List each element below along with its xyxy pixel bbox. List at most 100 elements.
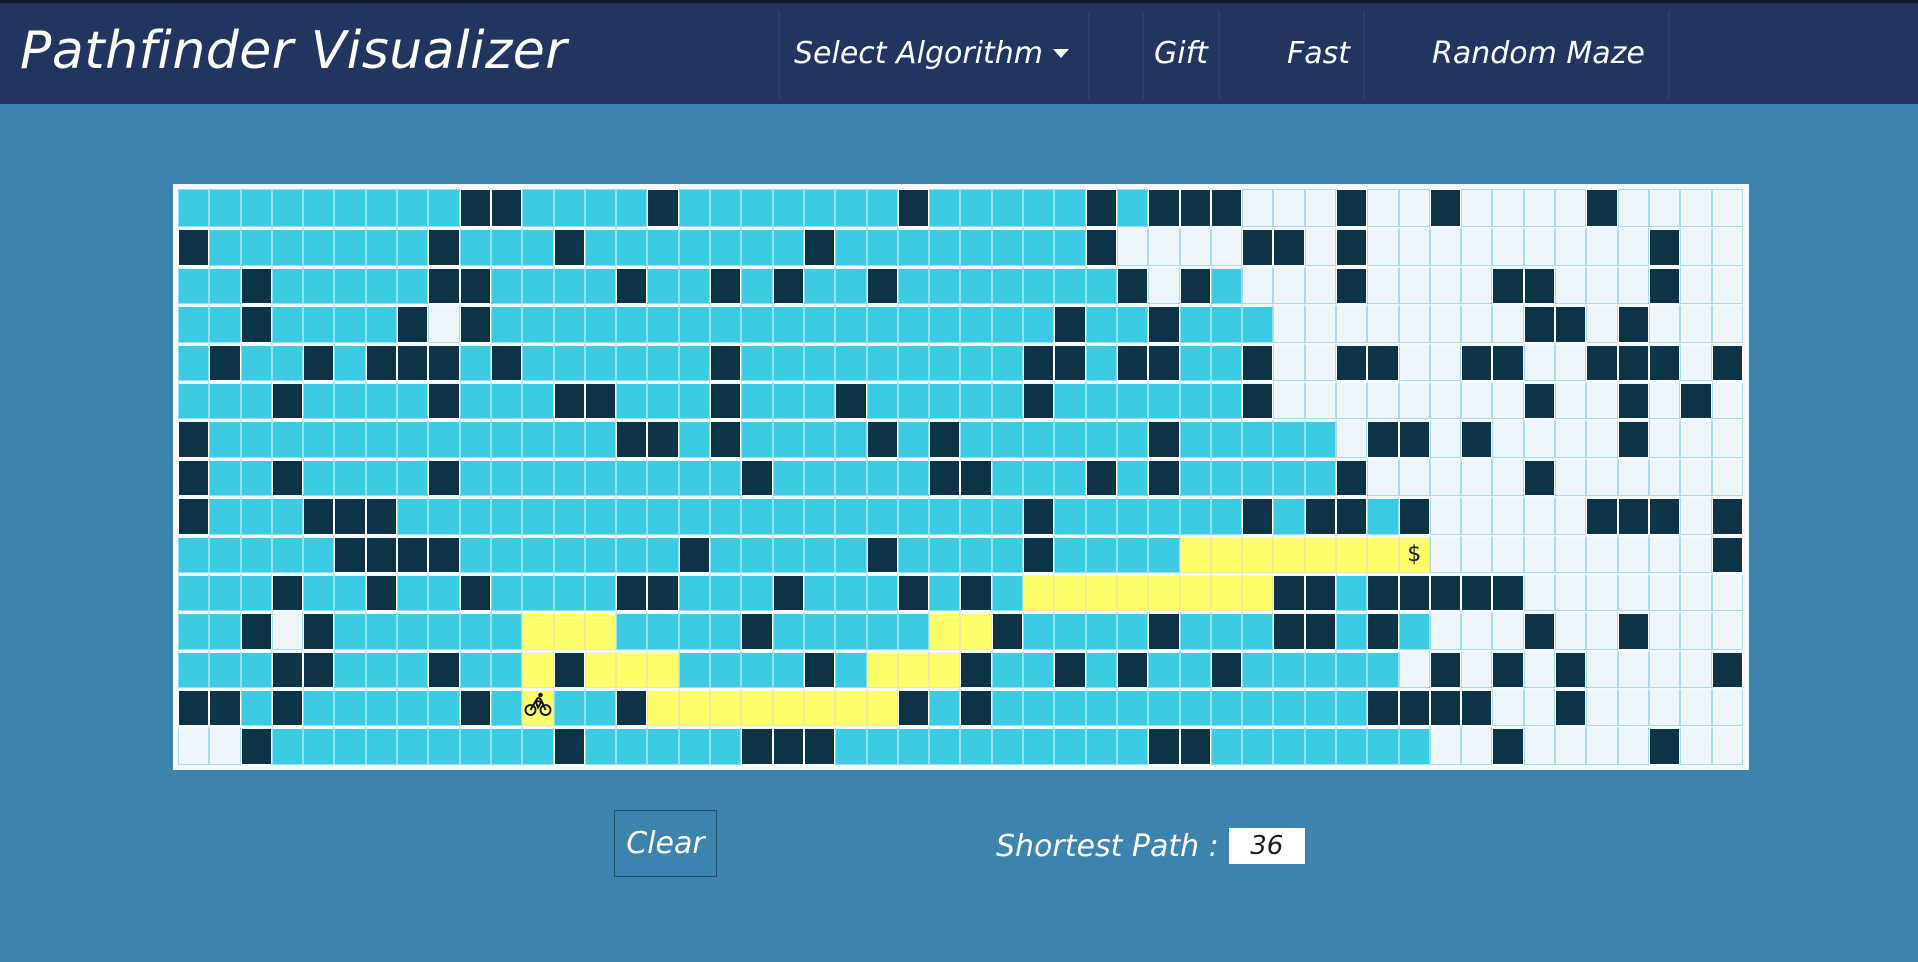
unvisited-cell[interactable]: [1586, 304, 1618, 343]
visited-cell[interactable]: [991, 380, 1024, 420]
wall-cell[interactable]: [1179, 726, 1211, 765]
visited-cell[interactable]: [584, 189, 617, 228]
unvisited-cell[interactable]: [1242, 265, 1274, 305]
visited-cell[interactable]: [1398, 611, 1430, 650]
wall-cell[interactable]: [1461, 572, 1493, 612]
unvisited-cell[interactable]: [1680, 534, 1712, 573]
wall-cell[interactable]: [866, 265, 898, 305]
visited-cell[interactable]: [1054, 688, 1086, 727]
visited-cell[interactable]: [584, 227, 617, 266]
wall-cell[interactable]: [1429, 649, 1462, 689]
wall-cell[interactable]: [772, 265, 804, 305]
path-cell[interactable]: [835, 688, 867, 727]
visited-cell[interactable]: [584, 304, 617, 343]
visited-cell[interactable]: [1273, 726, 1305, 765]
visited-cell[interactable]: [271, 189, 304, 228]
visited-cell[interactable]: [397, 496, 429, 535]
visited-cell[interactable]: [772, 534, 804, 573]
wall-cell[interactable]: [616, 419, 648, 458]
wall-cell[interactable]: [240, 265, 272, 305]
visited-cell[interactable]: [459, 457, 491, 497]
wall-cell[interactable]: [1492, 342, 1524, 381]
wall-cell[interactable]: [1523, 611, 1556, 650]
wall-cell[interactable]: [803, 227, 836, 266]
unvisited-cell[interactable]: [1304, 380, 1336, 420]
visited-cell[interactable]: [1116, 534, 1149, 573]
visited-cell[interactable]: [428, 496, 460, 535]
visited-cell[interactable]: [240, 572, 272, 612]
visited-cell[interactable]: [397, 227, 429, 266]
visited-cell[interactable]: [365, 227, 398, 266]
visited-cell[interactable]: [803, 342, 836, 381]
visited-cell[interactable]: [710, 304, 742, 343]
visited-cell[interactable]: [1085, 534, 1117, 573]
wall-cell[interactable]: [741, 457, 773, 497]
visited-cell[interactable]: [1179, 649, 1211, 689]
visited-cell[interactable]: [835, 496, 867, 535]
unvisited-cell[interactable]: [1648, 189, 1681, 228]
wall-cell[interactable]: [1116, 649, 1149, 689]
wall-cell[interactable]: [1711, 342, 1743, 381]
visited-cell[interactable]: [710, 726, 742, 765]
visited-cell[interactable]: [428, 189, 460, 228]
path-cell[interactable]: [803, 688, 836, 727]
wall-cell[interactable]: [1555, 649, 1587, 689]
wall-cell[interactable]: [1586, 342, 1618, 381]
visited-cell[interactable]: [397, 688, 429, 727]
visited-cell[interactable]: [271, 265, 304, 305]
visited-cell[interactable]: [553, 688, 585, 727]
unvisited-cell[interactable]: [1711, 572, 1743, 612]
unvisited-cell[interactable]: [1179, 227, 1211, 266]
visited-cell[interactable]: [772, 227, 804, 266]
visited-cell[interactable]: [365, 265, 398, 305]
unvisited-cell[interactable]: [1523, 688, 1556, 727]
path-cell[interactable]: [1210, 534, 1243, 573]
wall-cell[interactable]: [897, 572, 930, 612]
unvisited-cell[interactable]: [1492, 496, 1524, 535]
clear-button[interactable]: Clear: [614, 810, 717, 877]
unvisited-cell[interactable]: [1523, 189, 1556, 228]
wall-cell[interactable]: [1617, 342, 1649, 381]
visited-cell[interactable]: [397, 572, 429, 612]
unvisited-cell[interactable]: [1586, 688, 1618, 727]
visited-cell[interactable]: [334, 649, 366, 689]
wall-cell[interactable]: [1523, 457, 1556, 497]
wall-cell[interactable]: [1273, 572, 1305, 612]
wall-cell[interactable]: [303, 611, 335, 650]
path-cell[interactable]: [1304, 534, 1336, 573]
visited-cell[interactable]: [835, 189, 867, 228]
visited-cell[interactable]: [897, 726, 930, 765]
unvisited-cell[interactable]: [1461, 496, 1493, 535]
visited-cell[interactable]: [929, 304, 961, 343]
visited-cell[interactable]: [178, 380, 210, 420]
wall-cell[interactable]: [1617, 611, 1649, 650]
path-cell[interactable]: [584, 611, 617, 650]
unvisited-cell[interactable]: [1398, 649, 1430, 689]
wall-cell[interactable]: [1116, 342, 1149, 381]
visited-cell[interactable]: [772, 189, 804, 228]
visited-cell[interactable]: [835, 419, 867, 458]
unvisited-cell[interactable]: [1367, 457, 1399, 497]
visited-cell[interactable]: [897, 304, 930, 343]
visited-cell[interactable]: [397, 265, 429, 305]
unvisited-cell[interactable]: [1273, 189, 1305, 228]
visited-cell[interactable]: [741, 342, 773, 381]
wall-cell[interactable]: [960, 649, 992, 689]
wall-cell[interactable]: [1523, 265, 1556, 305]
unvisited-cell[interactable]: [1680, 457, 1712, 497]
unvisited-cell[interactable]: [1586, 457, 1618, 497]
wall-cell[interactable]: [553, 649, 585, 689]
wall-cell[interactable]: [835, 380, 867, 420]
visited-cell[interactable]: [397, 457, 429, 497]
unvisited-cell[interactable]: [1523, 496, 1556, 535]
visited-cell[interactable]: [1335, 572, 1368, 612]
path-cell[interactable]: [1273, 534, 1305, 573]
path-cell[interactable]: [647, 688, 679, 727]
visited-cell[interactable]: [522, 496, 554, 535]
visited-cell[interactable]: [835, 611, 867, 650]
visited-cell[interactable]: [866, 380, 898, 420]
wall-cell[interactable]: [1023, 496, 1055, 535]
unvisited-cell[interactable]: [1555, 227, 1587, 266]
visited-cell[interactable]: [710, 189, 742, 228]
unvisited-cell[interactable]: [1367, 189, 1399, 228]
